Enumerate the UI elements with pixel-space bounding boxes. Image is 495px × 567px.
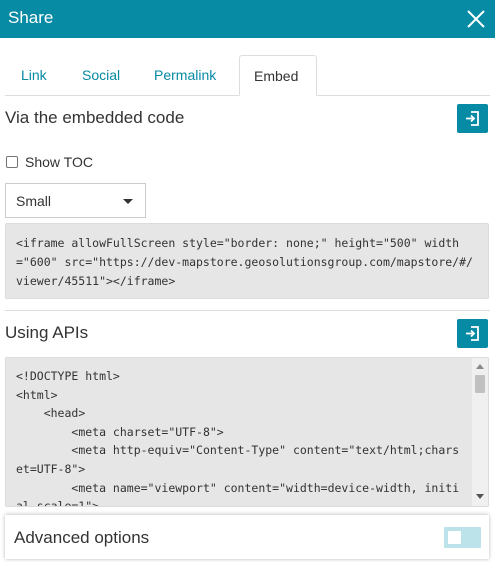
toggle-knob [448, 531, 461, 544]
using-apis-title: Using APIs [5, 323, 89, 342]
chevron-down-icon [123, 199, 133, 204]
scrollbar-thumb[interactable] [475, 375, 485, 393]
copy-api-code-button[interactable] [457, 319, 488, 348]
embedded-code-title: Via the embedded code [5, 108, 185, 127]
tab-embed[interactable]: Embed [239, 55, 317, 96]
api-code-text: <!DOCTYPE html> <html> <head> <meta char… [16, 369, 460, 507]
copy-to-clipboard-icon [466, 111, 479, 126]
size-select-value: Small [16, 193, 52, 209]
tab-bar: Link Social Permalink Embed [0, 55, 495, 96]
copy-embed-code-button[interactable] [457, 104, 488, 133]
close-icon[interactable] [465, 8, 487, 30]
tab-permalink[interactable]: Permalink [140, 55, 230, 96]
api-code-box[interactable]: <!DOCTYPE html> <html> <head> <meta char… [5, 357, 489, 507]
dialog-title: Share [8, 8, 54, 27]
tab-social[interactable]: Social [68, 55, 134, 96]
embed-code-box[interactable]: <iframe allowFullScreen style="border: n… [5, 223, 489, 299]
dialog-header: Share [0, 0, 495, 38]
scroll-down-icon[interactable] [476, 494, 484, 499]
scroll-up-icon[interactable] [476, 364, 484, 369]
api-code-scrollbar[interactable] [472, 358, 488, 506]
size-select[interactable]: Small [5, 183, 146, 218]
advanced-options-label: Advanced options [14, 528, 150, 547]
checkbox-box[interactable] [6, 156, 18, 168]
show-toc-label: Show TOC [25, 154, 93, 170]
section-divider [5, 310, 490, 311]
advanced-options-toggle[interactable] [444, 527, 481, 548]
advanced-options-panel: Advanced options [5, 515, 489, 559]
show-toc-checkbox[interactable]: Show TOC [6, 153, 93, 171]
tab-link[interactable]: Link [7, 55, 61, 96]
copy-to-clipboard-icon [466, 326, 479, 341]
